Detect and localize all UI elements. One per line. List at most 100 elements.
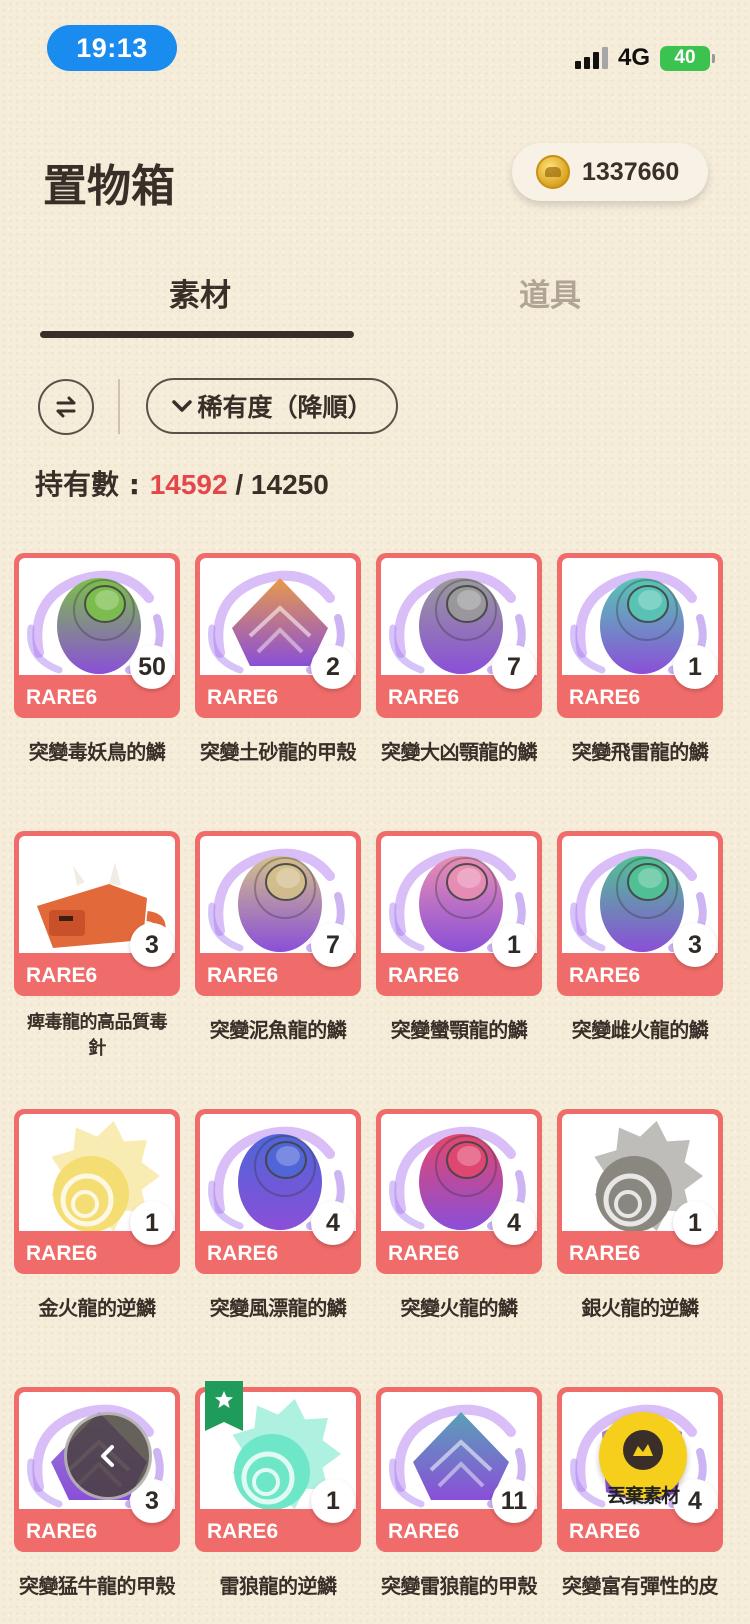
- tab-items[interactable]: 道具: [390, 270, 710, 315]
- rarity-label: RARE6: [569, 1242, 641, 1265]
- material-name: 突變雌火龍的鱗: [571, 1018, 709, 1042]
- material-card[interactable]: RARE6 11: [376, 1387, 542, 1552]
- material-item[interactable]: RARE6 3 痺毒龍的高品質毒針: [14, 831, 180, 1109]
- material-item[interactable]: RARE6 2 突變土砂龍的甲殼: [195, 553, 361, 831]
- rarity-label: RARE6: [388, 964, 460, 987]
- rarity-label: RARE6: [26, 686, 98, 709]
- material-name: 突變泥魚龍的鱗: [209, 1018, 347, 1042]
- quantity-badge: 1: [673, 645, 717, 689]
- material-card[interactable]: RARE6 50: [14, 553, 180, 718]
- owned-count: 持有數 : 14592 / 14250: [35, 463, 329, 503]
- quantity-badge: 50: [130, 645, 174, 689]
- rarity-label: RARE6: [388, 686, 460, 709]
- rarity-label: RARE6: [569, 964, 641, 987]
- sort-dropdown[interactable]: 稀有度（降順）: [146, 378, 398, 434]
- material-name: 突變大凶顎龍的鱗: [381, 740, 538, 764]
- material-item[interactable]: RARE6 1 突變飛雷龍的鱗: [557, 553, 723, 831]
- swap-arrows-icon: [56, 396, 76, 418]
- page-title: 置物箱: [43, 161, 175, 212]
- material-item[interactable]: RARE6 11 突變雷狼龍的甲殼: [376, 1387, 542, 1624]
- owned-max: 14250: [250, 469, 329, 500]
- tab-materials[interactable]: 素材: [40, 270, 360, 315]
- material-name: 突變猛牛龍的甲殼: [19, 1574, 176, 1598]
- quantity-badge: 4: [311, 1201, 355, 1245]
- material-name: 突變毒妖鳥的鱗: [28, 740, 166, 764]
- owned-prefix: 持有數 :: [35, 468, 150, 501]
- material-item[interactable]: RARE6 3 突變雌火龍的鱗: [557, 831, 723, 1109]
- quantity-badge: 11: [492, 1479, 536, 1523]
- material-card[interactable]: RARE6 4: [376, 1109, 542, 1274]
- signal-icon: [574, 47, 608, 69]
- material-name: 痺毒龍的高品質毒針: [27, 1012, 168, 1059]
- quantity-badge: 4: [492, 1201, 536, 1245]
- material-card[interactable]: RARE6 3: [14, 831, 180, 996]
- rarity-label: RARE6: [26, 964, 98, 987]
- rarity-label: RARE6: [569, 1520, 641, 1543]
- battery-icon: 40: [660, 45, 715, 71]
- material-card[interactable]: RARE6 1: [195, 1381, 361, 1552]
- network-type: 4G: [617, 44, 650, 71]
- quantity-badge: 2: [311, 645, 355, 689]
- material-item[interactable]: RARE6 4 突變火龍的鱗: [376, 1109, 542, 1387]
- sort-label: 稀有度（降順）: [197, 393, 373, 422]
- quantity-badge: 3: [130, 923, 174, 967]
- rarity-label: RARE6: [26, 1242, 98, 1265]
- rarity-label: RARE6: [388, 1242, 460, 1265]
- material-card[interactable]: RARE6 2: [195, 553, 361, 718]
- status-indicators: 4G 40: [574, 44, 715, 72]
- rarity-label: RARE6: [569, 686, 641, 709]
- coin-value: 1337660: [582, 157, 680, 186]
- material-name: 突變雷狼龍的甲殼: [381, 1574, 538, 1598]
- quantity-badge: 7: [311, 923, 355, 967]
- material-card[interactable]: RARE6 1: [557, 1109, 723, 1274]
- owned-current: 14592: [149, 469, 228, 500]
- rarity-label: RARE6: [207, 964, 279, 987]
- material-item[interactable]: RARE6 1 突變蠻顎龍的鱗: [376, 831, 542, 1109]
- rarity-label: RARE6: [207, 1242, 279, 1265]
- battery-level: 40: [674, 47, 696, 68]
- material-item[interactable]: RARE6 7 突變泥魚龍的鱗: [195, 831, 361, 1109]
- discard-material-label[interactable]: 丟棄素材: [597, 1481, 689, 1508]
- material-item[interactable]: RARE6 4 突變風漂龍的鱗: [195, 1109, 361, 1387]
- active-tab-indicator: [40, 331, 354, 338]
- material-card[interactable]: RARE6 3: [557, 831, 723, 996]
- material-item[interactable]: RARE6 50 突變毒妖鳥的鱗: [14, 553, 180, 831]
- back-button[interactable]: [64, 1412, 152, 1500]
- material-card[interactable]: RARE6 1: [14, 1109, 180, 1274]
- gold-coin-icon: [536, 155, 570, 189]
- material-card[interactable]: RARE6 1: [376, 831, 542, 996]
- material-name: 突變風漂龍的鱗: [209, 1296, 347, 1320]
- rarity-label: RARE6: [388, 1520, 460, 1543]
- material-name: 銀火龍的逆鱗: [581, 1296, 700, 1320]
- material-name: 突變土砂龍的甲殼: [200, 740, 357, 764]
- chevron-down-icon: [172, 400, 193, 412]
- rarity-label: RARE6: [207, 686, 279, 709]
- discard-material-icon: [623, 1430, 663, 1470]
- divider: [118, 379, 120, 434]
- material-item[interactable]: RARE6 1 雷狼龍的逆鱗: [195, 1381, 361, 1624]
- rarity-label: RARE6: [26, 1520, 98, 1543]
- material-item[interactable]: RARE6 7 突變大凶顎龍的鱗: [376, 553, 542, 831]
- status-time: 19:13: [47, 25, 177, 71]
- sort-order-toggle[interactable]: [38, 379, 94, 435]
- coin-balance[interactable]: 1337660: [512, 143, 708, 201]
- material-item[interactable]: RARE6 1 金火龍的逆鱗: [14, 1109, 180, 1387]
- quantity-badge: 1: [673, 1201, 717, 1245]
- quantity-badge: 3: [673, 923, 717, 967]
- chevron-left-icon: [101, 1445, 114, 1467]
- material-name: 雷狼龍的逆鱗: [219, 1574, 338, 1598]
- quantity-badge: 1: [492, 923, 536, 967]
- quantity-badge: 1: [311, 1479, 355, 1523]
- material-name: 突變飛雷龍的鱗: [571, 740, 709, 764]
- material-card[interactable]: RARE6 7: [195, 831, 361, 996]
- material-name: 金火龍的逆鱗: [38, 1296, 157, 1320]
- quantity-badge: 7: [492, 645, 536, 689]
- material-item[interactable]: RARE6 1 銀火龍的逆鱗: [557, 1109, 723, 1387]
- material-name: 突變富有彈性的皮: [562, 1574, 719, 1598]
- rarity-label: RARE6: [207, 1520, 279, 1543]
- material-card[interactable]: RARE6 1: [557, 553, 723, 718]
- material-card[interactable]: RARE6 4: [195, 1109, 361, 1274]
- owned-separator: /: [227, 469, 251, 500]
- material-name: 突變火龍的鱗: [400, 1296, 519, 1320]
- material-card[interactable]: RARE6 7: [376, 553, 542, 718]
